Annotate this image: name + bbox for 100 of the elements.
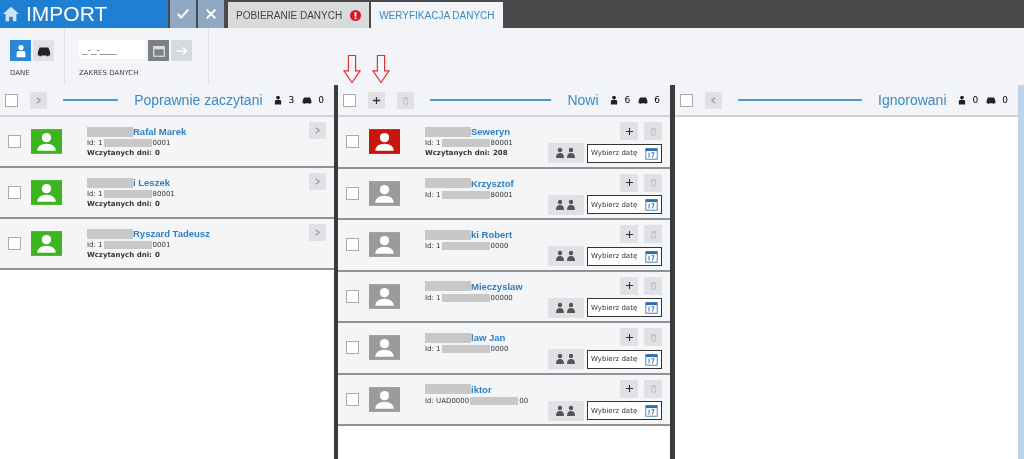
- person-name[interactable]: iktor: [471, 383, 492, 395]
- chevron-right-icon: [313, 126, 322, 135]
- people-icon: [555, 404, 577, 417]
- row-checkbox[interactable]: [8, 186, 21, 199]
- row-checkbox[interactable]: [346, 238, 359, 252]
- row-checkbox[interactable]: [346, 135, 359, 149]
- car-count: 0: [318, 95, 324, 105]
- move-left-button[interactable]: [705, 91, 722, 109]
- select-all-checkbox[interactable]: [343, 93, 356, 107]
- add-button[interactable]: [620, 225, 638, 243]
- trash-icon: [648, 126, 658, 136]
- delete-button[interactable]: [644, 379, 662, 398]
- group-button[interactable]: [548, 246, 584, 266]
- people-icon: [555, 250, 577, 262]
- add-button[interactable]: [620, 173, 638, 192]
- person-filter-button[interactable]: [10, 40, 31, 61]
- date-input[interactable]: _-_-___: [79, 40, 145, 59]
- move-right-button[interactable]: [30, 91, 47, 109]
- person-icon: [956, 95, 967, 105]
- add-button[interactable]: [620, 379, 638, 398]
- people-icon: [555, 301, 577, 314]
- trash-icon: [648, 281, 658, 290]
- group-button[interactable]: [548, 143, 584, 163]
- next-button[interactable]: [171, 40, 192, 61]
- person-icon: [608, 95, 619, 105]
- people-icon: [555, 147, 577, 159]
- add-button[interactable]: [620, 276, 638, 295]
- group-button[interactable]: [548, 349, 584, 369]
- person-name[interactable]: i Leszek: [133, 177, 170, 188]
- close-button[interactable]: [198, 0, 224, 28]
- app-title: IMPORT: [26, 2, 108, 26]
- person-name[interactable]: law Jan: [471, 332, 506, 343]
- column-title: Ignorowani: [878, 92, 947, 108]
- confirm-button[interactable]: [170, 0, 196, 28]
- tab[interactable]: WERYFIKACJA DANYCH: [371, 2, 503, 28]
- plus-icon: [624, 332, 634, 342]
- chevron-left-icon: [709, 95, 718, 105]
- trash-icon: [648, 332, 658, 342]
- plus-icon: [624, 229, 634, 239]
- car-icon: [638, 95, 649, 105]
- chevron-right-icon: [313, 228, 322, 237]
- row-checkbox[interactable]: [8, 135, 21, 148]
- close-icon: [204, 7, 218, 21]
- trash-icon: [648, 178, 658, 187]
- add-button[interactable]: [620, 328, 638, 346]
- group-button[interactable]: [548, 194, 584, 215]
- select-all-checkbox[interactable]: [680, 93, 693, 107]
- plus-icon: [624, 126, 634, 136]
- car-count: 6: [654, 95, 660, 105]
- checkmark-icon: [176, 7, 190, 21]
- trash-icon: [648, 384, 658, 393]
- person-count: 6: [624, 95, 631, 105]
- delete-button[interactable]: [644, 328, 662, 346]
- delete-button[interactable]: [644, 225, 662, 243]
- trash-icon: [401, 95, 410, 105]
- plus-icon: [624, 178, 634, 187]
- select-all-checkbox[interactable]: [5, 93, 18, 107]
- calendar-button[interactable]: [148, 40, 169, 61]
- move-button[interactable]: [309, 122, 326, 139]
- delete-button[interactable]: [397, 91, 414, 109]
- person-count: 3: [288, 95, 295, 105]
- column-title: Poprawnie zaczytani: [134, 92, 263, 108]
- car-filter-button[interactable]: [33, 40, 54, 61]
- person-name[interactable]: Rafal Marek: [133, 126, 187, 137]
- car-count: 0: [1002, 95, 1008, 105]
- row-checkbox[interactable]: [346, 289, 359, 303]
- plus-icon: [372, 95, 381, 105]
- car-icon: [986, 95, 997, 105]
- person-name[interactable]: Krzysztof: [471, 177, 514, 189]
- group-button[interactable]: [548, 400, 584, 421]
- person-name[interactable]: Ryszard Tadeusz: [133, 228, 210, 239]
- people-icon: [555, 353, 577, 365]
- chevron-right-icon: [313, 177, 322, 186]
- trash-icon: [648, 229, 658, 239]
- column-title: Nowi: [567, 92, 599, 108]
- plus-icon: [624, 281, 634, 290]
- delete-button[interactable]: [644, 122, 662, 140]
- people-icon: [555, 198, 577, 211]
- move-button[interactable]: [309, 224, 326, 241]
- delete-button[interactable]: [644, 276, 662, 295]
- add-button[interactable]: [368, 91, 385, 109]
- arrow-down-icon: [372, 54, 390, 84]
- plus-icon: [624, 384, 634, 393]
- delete-button[interactable]: [644, 173, 662, 192]
- group-button[interactable]: [548, 297, 584, 318]
- person-icon: [272, 95, 283, 105]
- person-name[interactable]: Mieczyslaw: [471, 280, 523, 292]
- move-button[interactable]: [309, 173, 326, 190]
- row-checkbox[interactable]: [346, 186, 359, 200]
- person-name[interactable]: ki Robert: [471, 229, 513, 240]
- add-button[interactable]: [620, 122, 638, 140]
- car-icon: [302, 95, 313, 105]
- chevron-right-icon: [34, 95, 43, 105]
- tab[interactable]: POBIERANIE DANYCH: [228, 2, 370, 28]
- person-name[interactable]: Seweryn: [471, 126, 511, 137]
- row-checkbox[interactable]: [346, 392, 359, 406]
- row-checkbox[interactable]: [8, 237, 21, 250]
- row-checkbox[interactable]: [346, 341, 359, 355]
- arrow-down-icon: [343, 54, 361, 84]
- home-icon[interactable]: [2, 5, 20, 23]
